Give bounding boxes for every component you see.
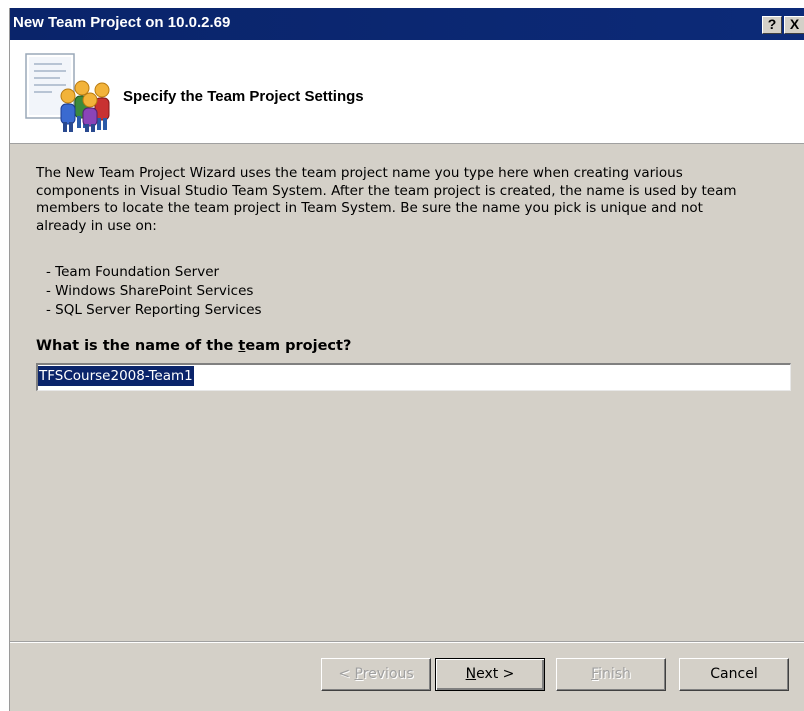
button-label-part: < <box>338 666 355 682</box>
close-button[interactable]: X <box>784 16 804 34</box>
button-label-part: revious <box>362 666 414 682</box>
cancel-button[interactable]: Cancel <box>679 658 789 691</box>
wizard-page-title: Specify the Team Project Settings <box>123 88 364 105</box>
button-separator <box>10 641 804 643</box>
label-text-part: What is the name of the <box>36 338 239 354</box>
next-button[interactable]: Next > <box>435 658 545 691</box>
list-item: - Team Foundation Server <box>46 264 220 280</box>
team-project-icon <box>25 53 110 132</box>
label-text-part: eam project? <box>245 338 352 354</box>
list-item: - Windows SharePoint Services <box>46 283 254 299</box>
services-list: - Team Foundation Server - Windows Share… <box>46 263 262 320</box>
button-label-part: inish <box>598 666 631 682</box>
button-accelerator: P <box>354 666 363 682</box>
project-name-label: What is the name of the team project? <box>36 338 351 354</box>
title-bar[interactable]: New Team Project on 10.0.2.69 ? X <box>10 8 804 40</box>
window-title: New Team Project on 10.0.2.69 <box>13 14 231 31</box>
new-team-project-dialog: New Team Project on 10.0.2.69 ? X Specif… <box>9 8 804 711</box>
close-icon: X <box>789 16 800 32</box>
button-accelerator: N <box>465 666 477 682</box>
project-name-value[interactable]: TFSCourse2008-Team1 <box>38 366 194 386</box>
wizard-header: Specify the Team Project Settings <box>10 40 804 144</box>
help-icon: ? <box>767 16 777 32</box>
button-label-part: ext > <box>476 666 515 682</box>
finish-button[interactable]: Finish <box>556 658 666 691</box>
wizard-description: The New Team Project Wizard uses the tea… <box>36 165 737 234</box>
help-button[interactable]: ? <box>762 16 782 34</box>
previous-button[interactable]: < Previous <box>321 658 431 691</box>
list-item: - SQL Server Reporting Services <box>46 302 262 318</box>
